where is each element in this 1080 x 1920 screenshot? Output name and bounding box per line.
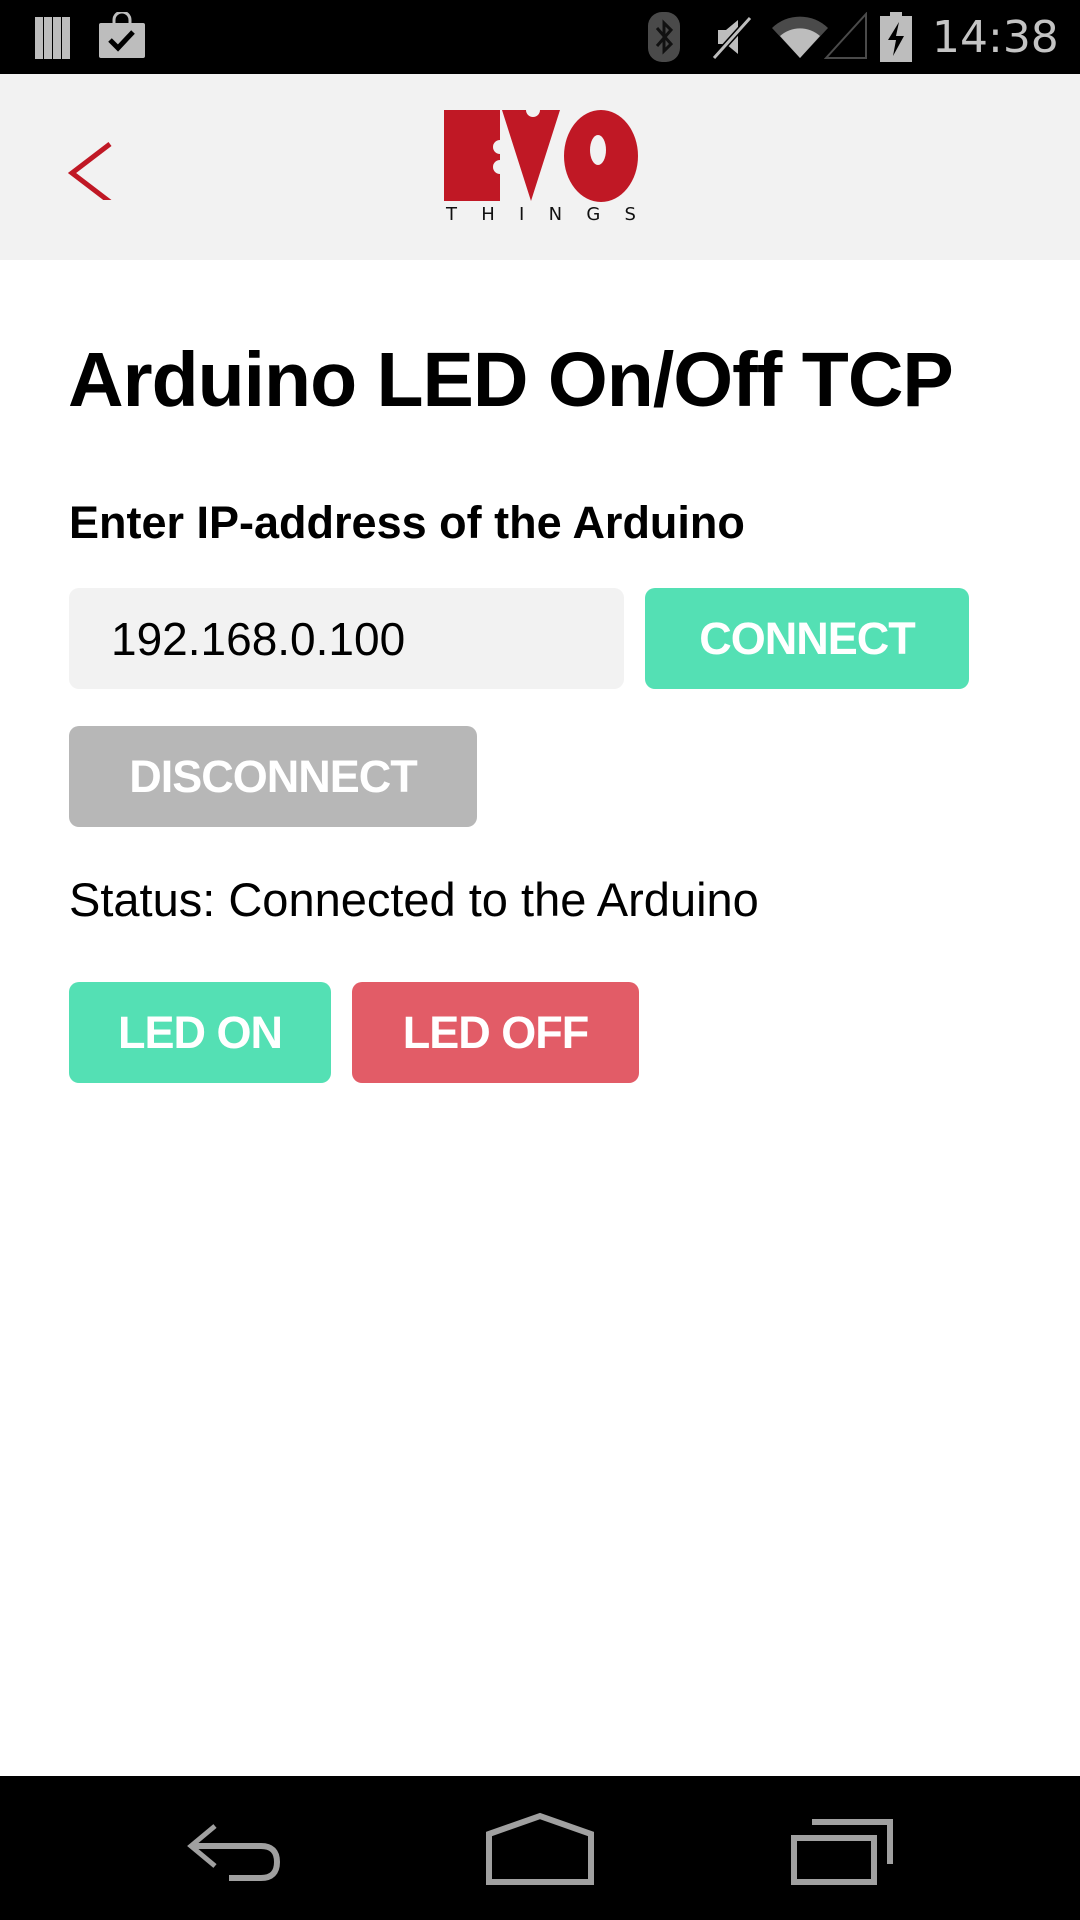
nav-recents-button[interactable] [782,1806,902,1890]
chevron-left-icon [67,142,112,204]
logo-subtext: T H I N G S [446,204,636,225]
nav-home-button[interactable] [480,1806,600,1890]
page-title: Arduino LED On/Off TCP [68,337,954,423]
battery-charging-icon [880,12,912,62]
led-on-button[interactable]: LED ON [69,982,331,1083]
nav-back-button[interactable] [179,1806,299,1890]
ip-address-input[interactable] [69,588,624,689]
shopping-bag-check-icon [99,12,145,58]
ip-address-label: Enter IP-address of the Arduino [69,497,745,548]
back-button[interactable] [60,134,120,204]
wifi-icon [772,16,828,59]
evo-logo-mark [444,110,638,202]
recent-apps-icon [791,1819,893,1885]
status-bar: 14:38 [0,0,1080,74]
disconnect-button[interactable]: DISCONNECT [69,726,477,827]
system-navigation-bar [0,1776,1080,1920]
led-off-button[interactable]: LED OFF [352,982,639,1083]
clock: 14:38 [932,12,1059,63]
evothings-logo: T H I N G S [444,108,638,228]
sim-storage-icon [35,17,70,59]
connect-button[interactable]: CONNECT [645,588,969,689]
bluetooth-icon [648,12,680,62]
connection-status: Status: Connected to the Arduino [69,873,759,926]
back-icon [187,1824,281,1881]
mute-icon [712,15,753,60]
home-icon [486,1812,594,1885]
app-header: T H I N G S [0,74,1080,260]
cell-signal-icon [824,12,867,59]
